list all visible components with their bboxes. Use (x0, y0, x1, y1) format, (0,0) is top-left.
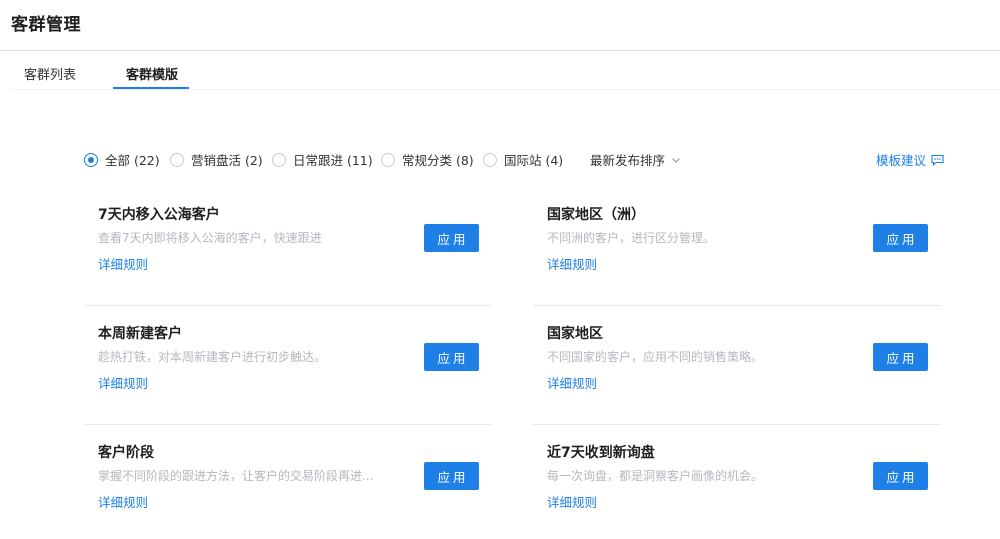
card-description: 不同国家的客户，应用不同的销售策略。 (547, 350, 764, 364)
chevron-down-icon (672, 157, 680, 163)
card-description: 掌握不同阶段的跟进方法，让客户的交易阶段再进... (98, 469, 374, 483)
radio-icon (272, 152, 286, 167)
tab-customer-list[interactable]: 客群列表 (24, 64, 76, 83)
filter-regular-category-radio[interactable]: 常规分类 (8) (381, 150, 474, 169)
filter-label: 日常跟进 (11) (293, 153, 373, 168)
top-bar: 客群管理 (0, 0, 1000, 51)
filter-marketing-radio[interactable]: 营销盘活 (2) (170, 150, 263, 169)
detail-rules-link[interactable]: 详细规则 (547, 254, 597, 273)
filter-label: 全部 (22) (105, 153, 160, 168)
template-card: 客户阶段 掌握不同阶段的跟进方法，让客户的交易阶段再进... 详细规则 应用 (84, 425, 492, 539)
active-tab-indicator (113, 87, 189, 89)
card-description: 不同洲的客户，进行区分管理。 (547, 231, 716, 245)
page-title: 客群管理 (11, 15, 81, 35)
sort-label: 最新发布排序 (590, 153, 666, 168)
filter-bar: 全部 (22) 营销盘活 (2) 日常跟进 (11) 常规分类 (8) 国际站 … (84, 150, 944, 170)
filter-daily-followup-radio[interactable]: 日常跟进 (11) (272, 150, 373, 169)
card-description: 查看7天内即将移入公海的客户，快速跟进 (98, 231, 322, 245)
apply-button[interactable]: 应用 (424, 343, 479, 371)
detail-rules-link[interactable]: 详细规则 (98, 373, 148, 392)
apply-button[interactable]: 应用 (424, 224, 479, 252)
filter-label: 国际站 (4) (504, 153, 564, 168)
card-title: 国家地区（洲） (547, 207, 645, 223)
filter-international-radio[interactable]: 国际站 (4) (483, 150, 563, 169)
template-card: 本周新建客户 趁热打铁，对本周新建客户进行初步触达。 详细规则 应用 (84, 306, 492, 425)
filter-label: 常规分类 (8) (402, 153, 474, 168)
card-description: 趁热打铁，对本周新建客户进行初步触达。 (98, 350, 327, 364)
apply-button[interactable]: 应用 (873, 462, 928, 490)
card-title: 近7天收到新询盘 (547, 445, 655, 461)
template-card: 近7天收到新询盘 每一次询盘，都是洞察客户画像的机会。 详细规则 应用 (533, 425, 941, 539)
template-suggestion-link[interactable]: 模板建议 (876, 150, 944, 169)
apply-button[interactable]: 应用 (424, 462, 479, 490)
template-card: 国家地区（洲） 不同洲的客户，进行区分管理。 详细规则 应用 (533, 187, 941, 306)
card-title: 国家地区 (547, 326, 603, 342)
tab-customer-templates[interactable]: 客群模版 (126, 64, 178, 83)
tab-bar: 客群列表 客群模版 (10, 51, 1000, 90)
apply-button[interactable]: 应用 (873, 343, 928, 371)
radio-icon (381, 152, 395, 167)
apply-button[interactable]: 应用 (873, 224, 928, 252)
sort-dropdown[interactable]: 最新发布排序 (590, 150, 681, 169)
detail-rules-link[interactable]: 详细规则 (98, 254, 148, 273)
card-title: 客户阶段 (98, 445, 154, 461)
card-title: 7天内移入公海客户 (98, 207, 220, 223)
filter-all-radio[interactable]: 全部 (22) (84, 150, 160, 169)
card-description: 每一次询盘，都是洞察客户画像的机会。 (547, 469, 764, 483)
detail-rules-link[interactable]: 详细规则 (98, 492, 148, 511)
radio-icon (170, 152, 184, 167)
detail-rules-link[interactable]: 详细规则 (547, 373, 597, 392)
radio-checked-icon (84, 152, 98, 167)
detail-rules-link[interactable]: 详细规则 (547, 492, 597, 511)
filter-label: 营销盘活 (2) (191, 153, 263, 168)
template-card: 7天内移入公海客户 查看7天内即将移入公海的客户，快速跟进 详细规则 应用 (84, 187, 492, 306)
message-icon (931, 154, 944, 166)
radio-icon (483, 152, 497, 167)
card-title: 本周新建客户 (98, 326, 182, 342)
suggest-label: 模板建议 (875, 153, 926, 168)
template-card: 国家地区 不同国家的客户，应用不同的销售策略。 详细规则 应用 (533, 306, 941, 425)
